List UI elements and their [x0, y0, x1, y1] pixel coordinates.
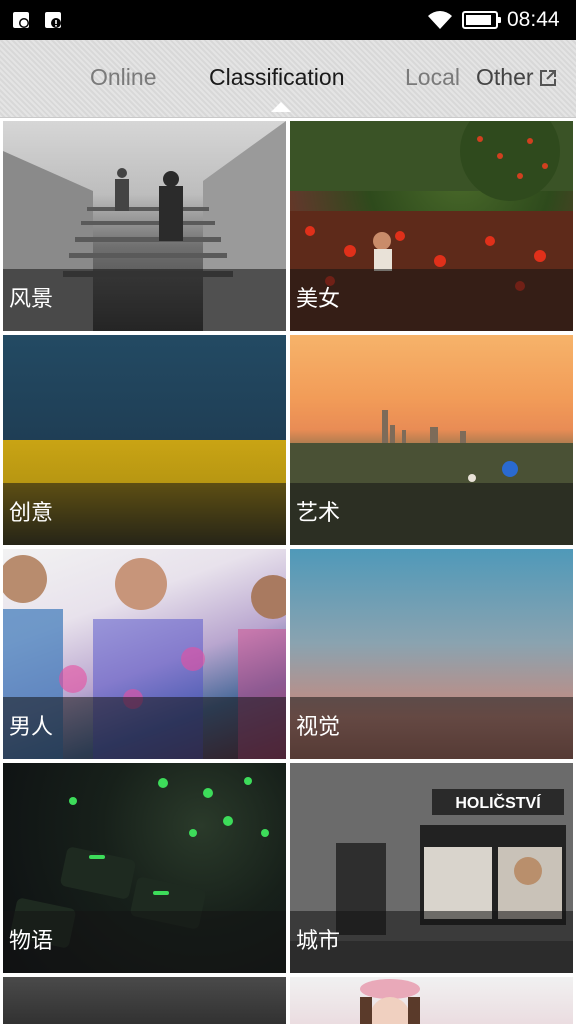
category-tile-partial[interactable] — [3, 977, 286, 1024]
share-out-icon[interactable] — [538, 68, 558, 88]
city-shop-sign: HOLIČSTVÍ — [455, 793, 541, 812]
category-label: 视觉 — [296, 715, 341, 740]
category-tile-scenery[interactable]: 风景 — [3, 121, 286, 331]
category-tile-creative[interactable]: 创意 — [3, 335, 286, 545]
category-label: 风景 — [9, 287, 54, 312]
category-tile-story[interactable]: 物语 — [3, 763, 286, 973]
category-grid: 风景 美女 创意 艺术 男人 视觉 物语 HOLIČSTVÍ 城市 — [0, 118, 576, 1024]
category-tile-visual[interactable]: 视觉 — [290, 549, 573, 759]
category-tile-partial[interactable] — [290, 977, 573, 1024]
tab-classification[interactable]: Classification — [209, 64, 345, 91]
wifi-icon — [428, 11, 452, 29]
tab-local[interactable]: Local — [405, 64, 460, 91]
category-label: 城市 — [296, 929, 341, 954]
tab-online[interactable]: Online — [90, 64, 156, 91]
notification-icon — [45, 12, 61, 28]
category-tile-men[interactable]: 男人 — [3, 549, 286, 759]
category-tile-art[interactable]: 艺术 — [290, 335, 573, 545]
category-tile-beauty[interactable]: 美女 — [290, 121, 573, 331]
battery-icon — [462, 11, 501, 29]
tab-other[interactable]: Other — [476, 64, 534, 91]
notification-icon — [13, 12, 29, 28]
category-label: 美女 — [296, 287, 341, 312]
status-bar: 08:44 — [0, 0, 576, 40]
category-label: 物语 — [9, 929, 54, 954]
category-label: 艺术 — [296, 501, 341, 526]
clock: 08:44 — [507, 8, 560, 31]
category-label: 创意 — [9, 501, 54, 526]
partial-image — [360, 979, 420, 1024]
selected-tab-indicator — [271, 102, 291, 112]
category-tile-city[interactable]: HOLIČSTVÍ 城市 — [290, 763, 573, 973]
battery-level — [466, 15, 491, 25]
tab-bar: Online Classification Local Other — [0, 40, 576, 118]
category-label: 男人 — [9, 715, 54, 740]
